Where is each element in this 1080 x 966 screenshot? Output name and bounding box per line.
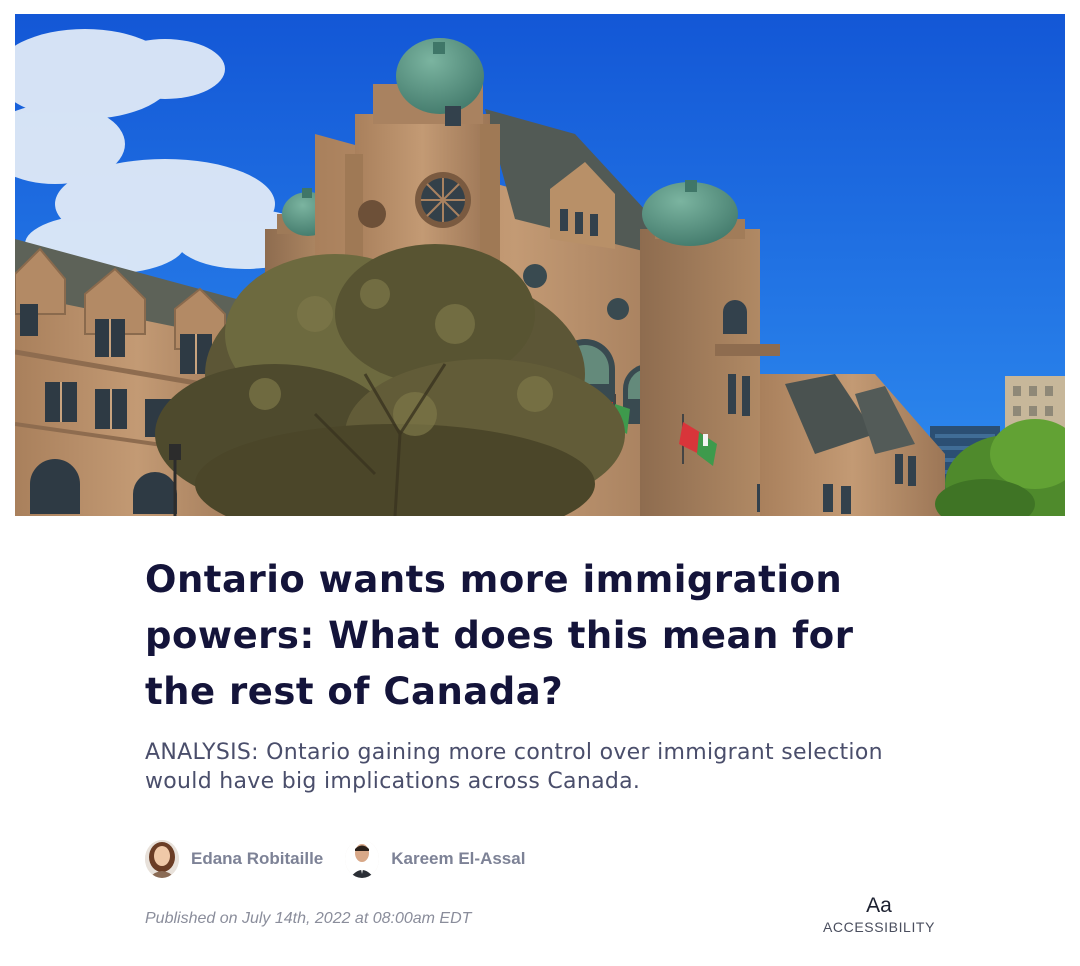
author-name[interactable]: Kareem El-Assal (391, 849, 525, 869)
edana-avatar (145, 840, 179, 878)
hero-image (15, 14, 1065, 516)
author-edana[interactable]: Edana Robitaille (145, 840, 323, 878)
accessibility-label: ACCESSIBILITY (822, 919, 936, 935)
legislative-building-illustration (15, 14, 1065, 516)
kareem-avatar (345, 840, 380, 878)
author-name[interactable]: Edana Robitaille (191, 849, 323, 869)
author-list: Edana Robitaille Kareem El-Assal (145, 840, 547, 878)
article-subtitle: ANALYSIS: Ontario gaining more control o… (145, 740, 883, 794)
accessibility-button[interactable]: Aa ACCESSIBILITY (822, 894, 936, 936)
text-size-icon: Aa (866, 894, 892, 917)
article-title: Ontario wants more immigration powers: W… (145, 558, 854, 713)
published-date: Published on July 14th, 2022 at 08:00am … (145, 910, 472, 927)
author-kareem[interactable]: Kareem El-Assal (345, 840, 525, 878)
